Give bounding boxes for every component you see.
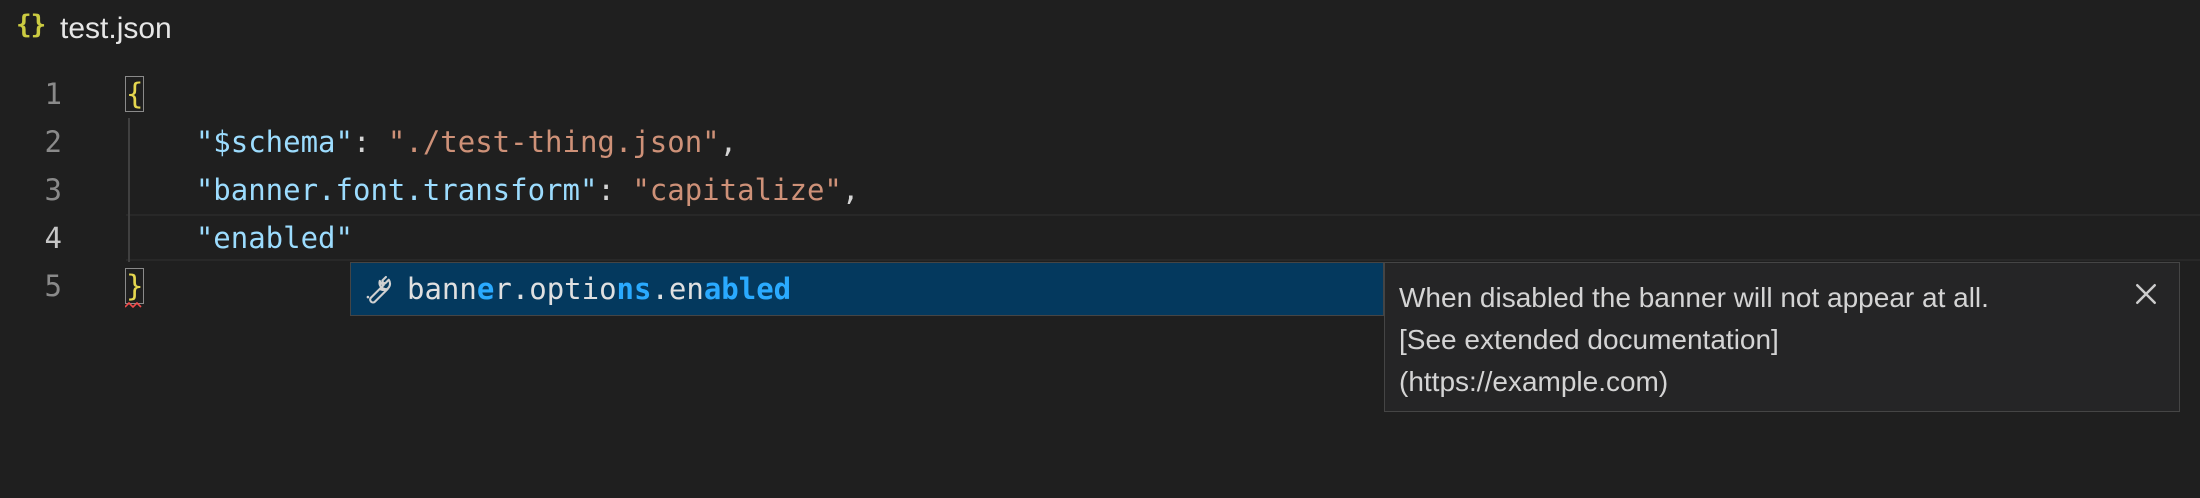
code-line-3[interactable]: "banner.font.transform": "capitalize", [126, 166, 859, 214]
json-braces-icon: {} [16, 10, 46, 40]
close-brace: } [124, 268, 145, 304]
line-number: 3 [44, 173, 62, 207]
json-separator: : [352, 125, 388, 159]
details-description: When disabled the banner will not appear… [1399, 282, 1989, 313]
json-comma: , [719, 125, 738, 159]
current-line-highlight [126, 214, 2200, 261]
suggest-item[interactable]: banner.options.enabled [351, 263, 1383, 315]
details-text: When disabled the banner will not appear… [1399, 277, 2099, 403]
json-string-value: "capitalize" [632, 173, 842, 207]
line-number: 5 [44, 269, 62, 303]
code-line-1[interactable]: { [124, 70, 145, 118]
suggest-widget[interactable]: banner.options.enabled [350, 262, 1384, 316]
details-link[interactable]: [See extended documentation] [1399, 319, 2099, 361]
json-key: "banner.font.transform" [195, 173, 598, 207]
code-line-4[interactable]: "enabled" [126, 214, 353, 262]
json-separator: : [597, 173, 633, 207]
line-number: 1 [44, 77, 62, 111]
close-icon[interactable] [2131, 279, 2161, 309]
details-url[interactable]: (https://example.com) [1399, 361, 2099, 403]
suggest-item-label: banner.options.enabled [407, 272, 792, 306]
wrench-icon [366, 275, 392, 304]
code-line-2[interactable]: "$schema": "./test-thing.json", [126, 118, 737, 166]
tab-title: test.json [60, 12, 172, 45]
json-key: "enabled" [195, 221, 353, 255]
json-key: "$schema" [195, 125, 353, 159]
error-squiggle [125, 302, 142, 308]
line-number: 4 [44, 221, 62, 255]
open-brace: { [124, 76, 145, 112]
line-number: 2 [44, 125, 62, 159]
suggest-details-panel: When disabled the banner will not appear… [1384, 262, 2180, 412]
json-string-value: "./test-thing.json" [387, 125, 720, 159]
json-comma: , [841, 173, 860, 207]
